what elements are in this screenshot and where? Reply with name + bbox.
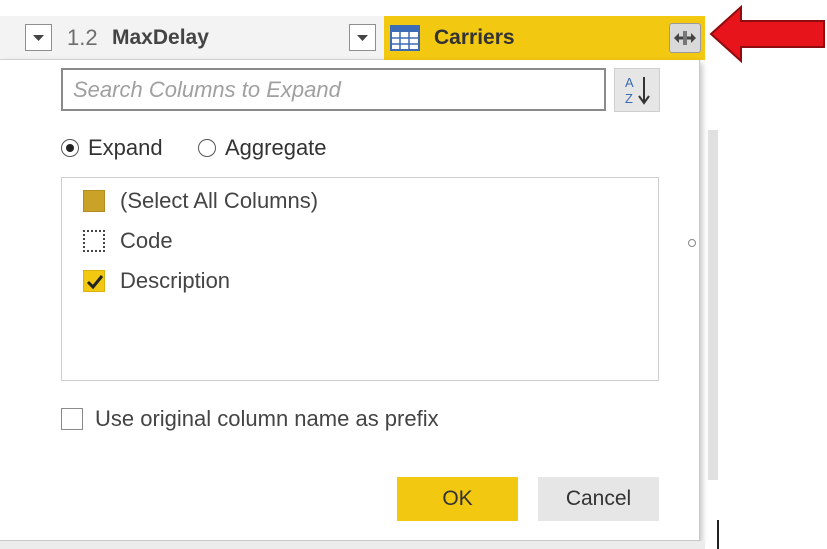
- prefix-checkbox[interactable]: [61, 408, 83, 430]
- chevron-down-icon: [33, 35, 44, 41]
- search-columns-input[interactable]: [63, 70, 604, 109]
- carriers-dropdown-button[interactable]: [349, 24, 376, 51]
- list-item-code[interactable]: Code: [83, 227, 173, 255]
- expand-column-button[interactable]: [669, 23, 701, 53]
- column-list: (Select All Columns) Code Description: [61, 177, 659, 381]
- background-table-row: [0, 541, 705, 549]
- checkmark-icon: [86, 275, 104, 290]
- ok-button[interactable]: OK: [397, 477, 518, 521]
- maxdelay-dropdown-button[interactable]: [25, 24, 52, 51]
- code-label: Code: [120, 228, 173, 253]
- expand-column-icon: [674, 31, 696, 45]
- description-label: Description: [120, 268, 231, 293]
- expand-radio-label: Expand: [88, 135, 163, 160]
- resize-handle[interactable]: [688, 239, 696, 247]
- column-type-label: 1.2: [67, 25, 98, 50]
- background-scrollbar[interactable]: [708, 130, 718, 480]
- select-all-checkbox[interactable]: [83, 190, 105, 212]
- sort-az-icon: A Z: [625, 75, 650, 106]
- chevron-down-icon: [357, 35, 368, 41]
- carriers-column-header[interactable]: Carriers: [384, 16, 705, 60]
- svg-text:Z: Z: [625, 91, 633, 106]
- select-all-label: (Select All Columns): [120, 188, 319, 213]
- expand-columns-dialog: A Z Expand Aggregate (Select All Columns…: [0, 60, 700, 541]
- code-checkbox[interactable]: [83, 230, 105, 252]
- expand-radio-button[interactable]: [61, 139, 79, 157]
- text-cursor: [717, 520, 719, 549]
- aggregate-radio[interactable]: Aggregate: [198, 135, 327, 161]
- carriers-column-name: Carriers: [434, 26, 515, 49]
- sort-columns-button[interactable]: A Z: [614, 68, 660, 112]
- svg-text:A: A: [625, 75, 634, 90]
- cancel-button[interactable]: Cancel: [538, 477, 659, 521]
- column-header-strip: 1.2 MaxDelay Carriers: [0, 16, 705, 60]
- prefix-option[interactable]: Use original column name as prefix: [61, 405, 439, 433]
- prefix-label: Use original column name as prefix: [95, 406, 439, 431]
- aggregate-radio-label: Aggregate: [225, 135, 327, 160]
- expand-radio[interactable]: Expand: [61, 135, 163, 161]
- list-item-description[interactable]: Description: [83, 267, 230, 295]
- maxdelay-column-name[interactable]: MaxDelay: [112, 26, 209, 50]
- description-checkbox[interactable]: [83, 270, 105, 292]
- table-icon: [390, 25, 420, 51]
- red-arrow-icon: [709, 4, 825, 64]
- list-item-select-all[interactable]: (Select All Columns): [83, 187, 318, 215]
- power-query-editor: 1.2 MaxDelay Carriers Search Columns to …: [0, 0, 827, 549]
- search-box: [61, 68, 606, 111]
- aggregate-radio-button[interactable]: [198, 139, 216, 157]
